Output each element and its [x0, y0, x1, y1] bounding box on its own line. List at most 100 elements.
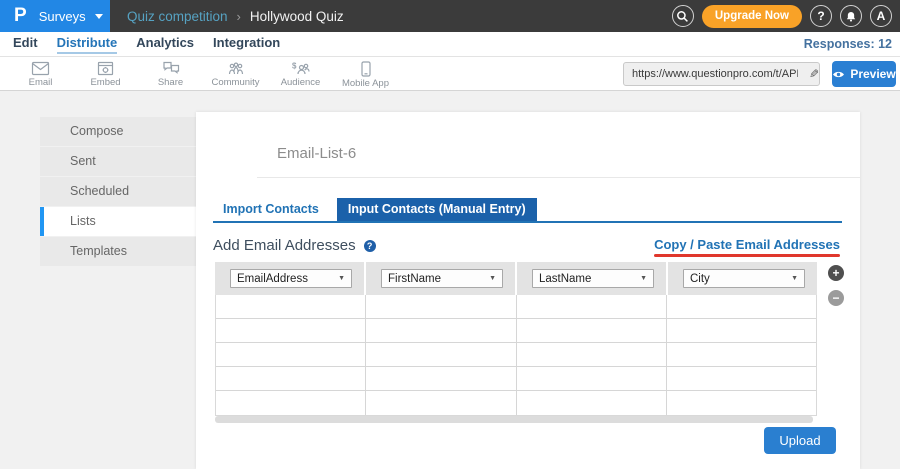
- tab-import-contacts[interactable]: Import Contacts: [213, 198, 329, 221]
- copy-paste-email-addresses-link[interactable]: Copy / Paste Email Addresses: [654, 237, 840, 257]
- survey-url-field: ✎: [623, 62, 820, 86]
- sidebar-item-sent[interactable]: Sent: [40, 147, 196, 176]
- table-cell[interactable]: [366, 343, 516, 366]
- row-buttons: + −: [828, 265, 844, 306]
- column-select-city[interactable]: City ▼: [683, 269, 805, 288]
- table-cell[interactable]: [216, 391, 366, 415]
- table-cell[interactable]: [216, 343, 366, 366]
- channel-community[interactable]: Community: [203, 61, 268, 88]
- table-cell[interactable]: [667, 391, 816, 415]
- column-select-firstname[interactable]: FirstName ▼: [381, 269, 503, 288]
- channel-email[interactable]: Email: [8, 61, 73, 88]
- breadcrumb-current: Hollywood Quiz: [250, 9, 344, 24]
- upgrade-now-button[interactable]: Upgrade Now: [702, 5, 802, 28]
- search-icon: [676, 10, 689, 23]
- channel-mobile-app[interactable]: Mobile App: [333, 61, 398, 89]
- title-divider: [257, 177, 860, 178]
- survey-url-input[interactable]: [624, 68, 802, 80]
- avatar[interactable]: A: [870, 5, 892, 27]
- tab-integration[interactable]: Integration: [213, 35, 280, 54]
- question-mark-icon: ?: [817, 9, 824, 23]
- contacts-table: EmailAddress ▼ FirstName ▼ LastName ▼ Ci…: [215, 262, 817, 423]
- email-sidebar: Compose Sent Scheduled Lists Templates: [40, 117, 196, 267]
- channel-toolbar: Email Embed Share Community $: [0, 57, 900, 91]
- table-cell[interactable]: [216, 367, 366, 390]
- sidebar-item-lists[interactable]: Lists: [40, 207, 196, 236]
- minus-icon: −: [832, 291, 839, 305]
- table-cell[interactable]: [517, 391, 667, 415]
- section-title: Add Email Addresses: [213, 237, 356, 254]
- notifications-button[interactable]: [840, 5, 862, 27]
- add-column-button[interactable]: +: [828, 265, 844, 281]
- lists-panel: Email-List-6 Import Contacts Input Conta…: [196, 112, 860, 469]
- header-cell: LastName ▼: [517, 262, 666, 295]
- channel-share[interactable]: Share: [138, 61, 203, 88]
- responses-count[interactable]: Responses: 12: [804, 37, 892, 51]
- table-horizontal-scrollbar[interactable]: [215, 416, 813, 423]
- table-cell[interactable]: [216, 295, 366, 318]
- preview-button[interactable]: Preview: [832, 61, 896, 87]
- table-cell[interactable]: [667, 343, 816, 366]
- tab-analytics[interactable]: Analytics: [136, 35, 194, 54]
- table-row: [216, 319, 816, 343]
- table-cell[interactable]: [667, 319, 816, 342]
- chevron-down-icon: [95, 14, 103, 19]
- channel-embed[interactable]: Embed: [73, 61, 138, 88]
- table-row: [216, 391, 816, 415]
- eye-icon: [832, 70, 845, 79]
- embed-window-icon: [97, 61, 114, 76]
- sidebar-item-templates[interactable]: Templates: [40, 237, 196, 266]
- help-icon[interactable]: ?: [364, 240, 376, 252]
- help-button[interactable]: ?: [810, 5, 832, 27]
- remove-column-button[interactable]: −: [828, 290, 844, 306]
- search-button[interactable]: [672, 5, 694, 27]
- channel-audience[interactable]: $ Audience: [268, 61, 333, 88]
- table-cell[interactable]: [366, 367, 516, 390]
- table-cell[interactable]: [517, 319, 667, 342]
- breadcrumb: Quiz competition › Hollywood Quiz: [127, 9, 344, 24]
- table-cell[interactable]: [517, 343, 667, 366]
- table-cell[interactable]: [366, 319, 516, 342]
- table-cell[interactable]: [216, 319, 366, 342]
- contacts-tabs: Import Contacts Input Contacts (Manual E…: [213, 198, 842, 223]
- edit-pencil-icon[interactable]: ✎: [802, 67, 819, 81]
- top-bar: P Surveys Quiz competition › Hollywood Q…: [0, 0, 900, 32]
- tab-input-contacts-manual-entry[interactable]: Input Contacts (Manual Entry): [337, 198, 537, 221]
- select-caret-icon: ▼: [791, 275, 798, 282]
- svg-text:$: $: [292, 62, 297, 71]
- avatar-initial: A: [877, 9, 886, 23]
- breadcrumb-parent[interactable]: Quiz competition: [127, 9, 228, 24]
- topbar-actions: Upgrade Now ? A: [672, 0, 892, 32]
- mobile-phone-icon: [360, 61, 372, 77]
- table-cell[interactable]: [667, 367, 816, 390]
- red-annotation-underline: [654, 254, 840, 257]
- table-cell[interactable]: [517, 295, 667, 318]
- header-cell: FirstName ▼: [366, 262, 515, 295]
- sidebar-item-scheduled[interactable]: Scheduled: [40, 177, 196, 206]
- column-select-emailaddress[interactable]: EmailAddress ▼: [230, 269, 352, 288]
- table-cell[interactable]: [517, 367, 667, 390]
- select-caret-icon: ▼: [640, 275, 647, 282]
- tab-distribute[interactable]: Distribute: [57, 35, 118, 54]
- column-select-lastname[interactable]: LastName ▼: [532, 269, 654, 288]
- chat-bubbles-icon: [162, 61, 180, 76]
- upload-button[interactable]: Upload: [764, 427, 836, 454]
- product-menu[interactable]: P Surveys: [0, 0, 110, 32]
- plus-icon: +: [832, 266, 839, 280]
- table-cell[interactable]: [667, 295, 816, 318]
- survey-nav-bar: Edit Distribute Analytics Integration Re…: [0, 32, 900, 57]
- table-cell[interactable]: [366, 295, 516, 318]
- sidebar-item-compose[interactable]: Compose: [40, 117, 196, 146]
- table-cell[interactable]: [366, 391, 516, 415]
- select-caret-icon: ▼: [489, 275, 496, 282]
- table-row: [216, 343, 816, 367]
- header-cell: EmailAddress ▼: [215, 262, 364, 295]
- header-cell: City ▼: [668, 262, 817, 295]
- contact-table-body: [215, 295, 817, 416]
- dollar-people-icon: $: [291, 61, 310, 76]
- contacts-table-header: EmailAddress ▼ FirstName ▼ LastName ▼ Ci…: [215, 262, 817, 295]
- section-head: Add Email Addresses ? Copy / Paste Email…: [213, 237, 840, 257]
- product-menu-label: Surveys: [39, 9, 86, 24]
- select-caret-icon: ▼: [338, 275, 345, 282]
- tab-edit[interactable]: Edit: [13, 35, 38, 54]
